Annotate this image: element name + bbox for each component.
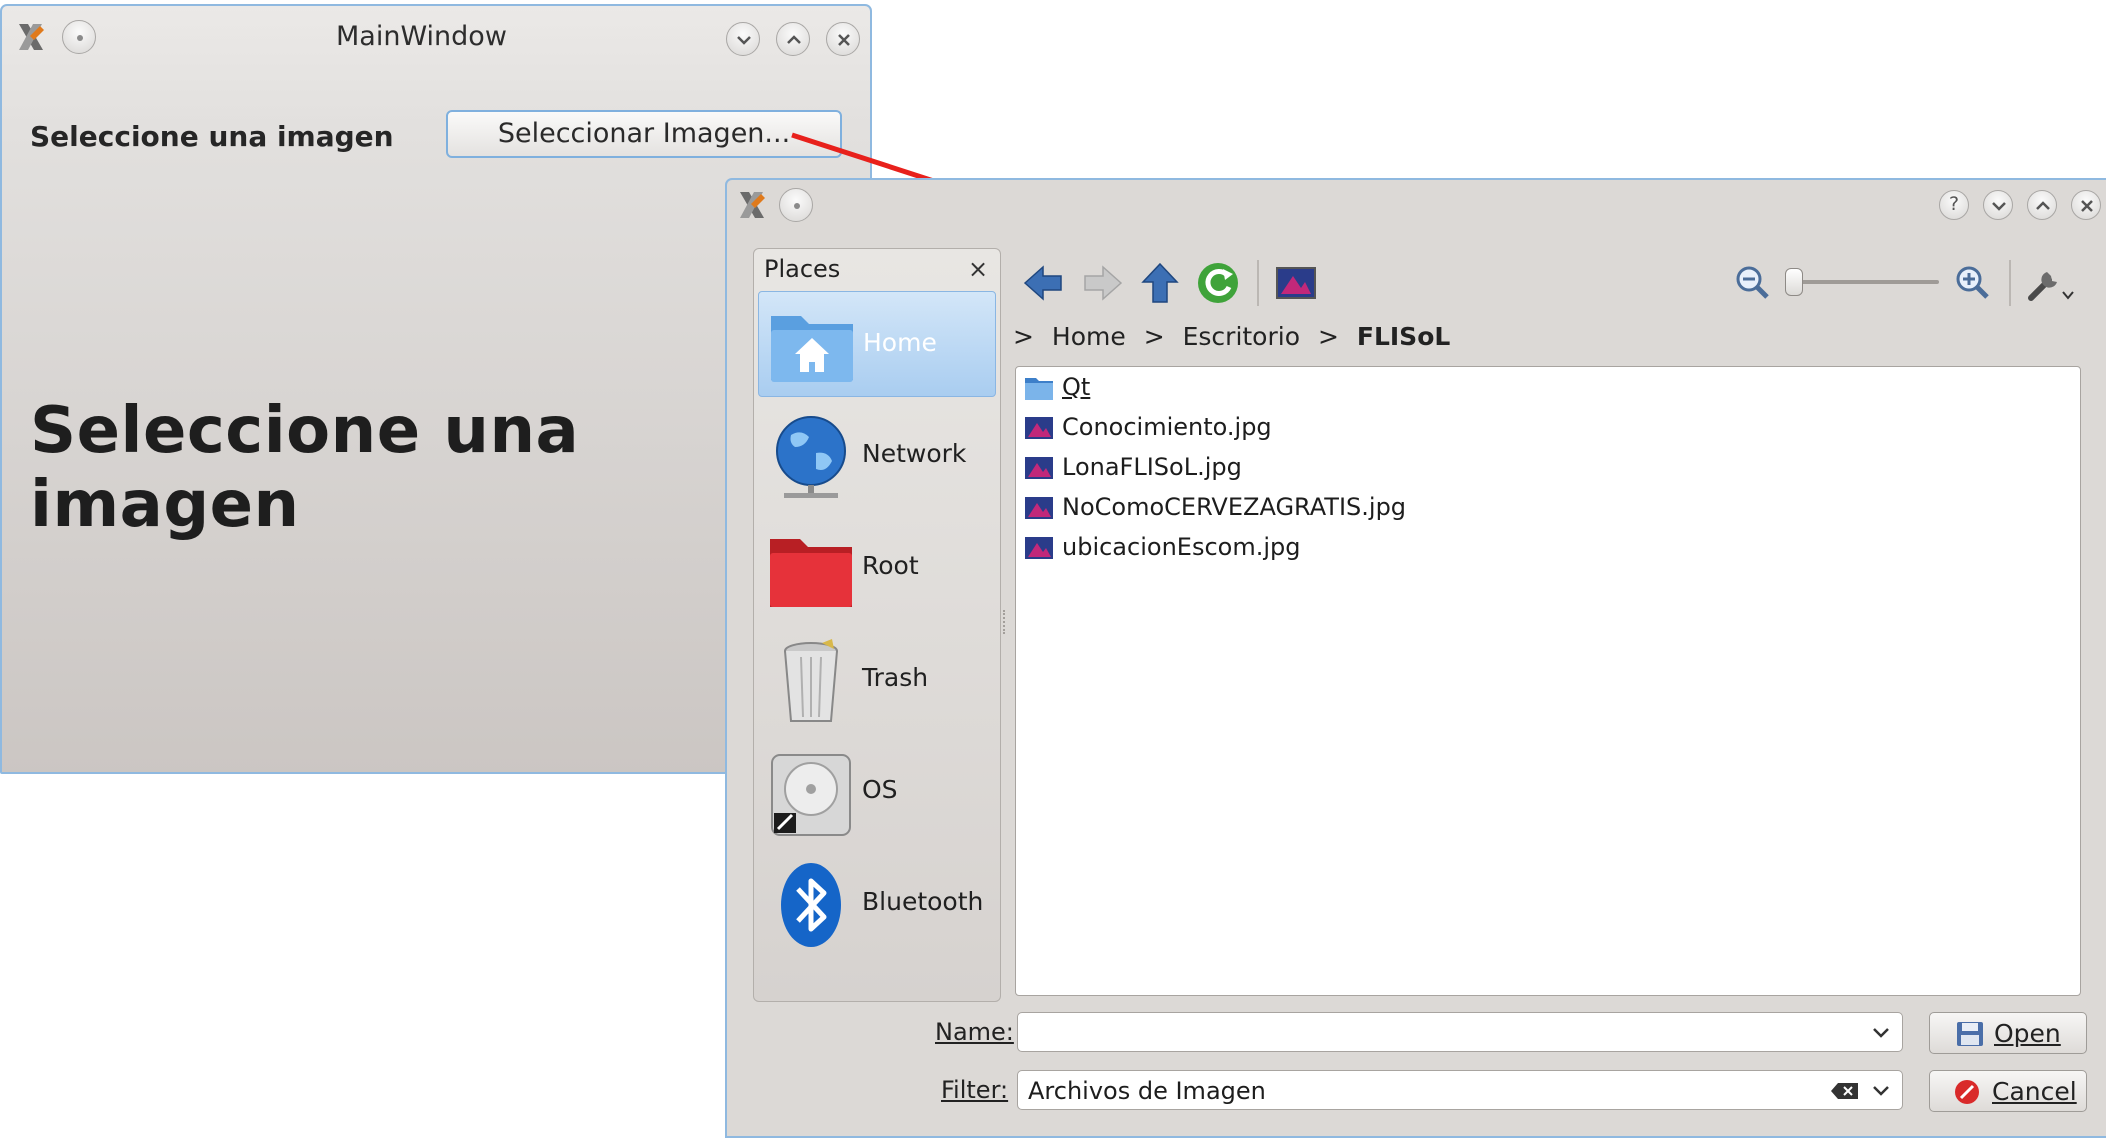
filter-label: Filter:: [941, 1076, 1009, 1104]
places-label-root: Root: [862, 551, 919, 580]
list-item[interactable]: NoComoCERVEZAGRATIS.jpg: [1020, 489, 1520, 527]
dialog-close-button[interactable]: [2071, 190, 2101, 220]
dialog-app-icon[interactable]: [735, 188, 769, 222]
file-name: Qt: [1062, 373, 1091, 401]
places-label-network: Network: [862, 439, 967, 468]
toolbar-separator: [1257, 260, 1259, 306]
forward-button[interactable]: [1077, 258, 1127, 308]
places-item-network[interactable]: Network: [758, 403, 996, 509]
options-menu-icon[interactable]: [2023, 258, 2083, 308]
list-item[interactable]: ubicacionEscom.jpg: [1020, 529, 1520, 567]
cancel-button[interactable]: Cancel: [1929, 1070, 2087, 1112]
image-file-icon: [1025, 457, 1053, 479]
file-name: ubicacionEscom.jpg: [1062, 533, 1301, 561]
places-item-home[interactable]: Home: [758, 291, 996, 397]
zoom-slider-handle[interactable]: [1785, 268, 1803, 296]
name-input[interactable]: [1017, 1012, 1903, 1052]
breadcrumb-item-home[interactable]: Home: [1052, 322, 1126, 351]
places-item-os[interactable]: OS: [758, 739, 996, 845]
places-label-bluetooth: Bluetooth: [862, 887, 984, 916]
home-folder-icon: [767, 302, 857, 390]
back-button[interactable]: [1019, 258, 1069, 308]
places-close-icon[interactable]: ×: [968, 255, 988, 283]
chevron-down-icon[interactable]: [1870, 1081, 1892, 1101]
zoom-slider-track[interactable]: [1789, 280, 1939, 284]
red-folder-icon: [766, 525, 856, 613]
places-label-trash: Trash: [862, 663, 929, 692]
file-name: Conocimiento.jpg: [1062, 413, 1272, 441]
zoom-in-icon[interactable]: [1947, 258, 1997, 308]
parent-folder-button[interactable]: [1135, 258, 1185, 308]
breadcrumb-separator: >: [1317, 322, 1339, 351]
file-name: NoComoCERVEZAGRATIS.jpg: [1062, 493, 1407, 521]
hard-drive-icon: [766, 749, 856, 837]
toolbar-separator-2: [2009, 260, 2011, 306]
file-dialog: ? Places × Home Network Root Trash OS Bl…: [725, 178, 2106, 1138]
list-item[interactable]: LonaFLISoL.jpg: [1020, 449, 1520, 487]
clear-text-icon[interactable]: [1830, 1081, 1860, 1101]
folder-icon: [1025, 378, 1053, 400]
network-globe-icon: [766, 413, 856, 501]
image-file-icon: [1025, 497, 1053, 519]
places-label-home: Home: [863, 328, 937, 357]
image-file-icon: [1025, 417, 1053, 439]
zoom-out-icon[interactable]: [1727, 258, 1777, 308]
list-item[interactable]: Conocimiento.jpg: [1020, 409, 1520, 447]
breadcrumb-separator: >: [1013, 322, 1034, 351]
places-panel: Places × Home Network Root Trash OS Blue…: [753, 248, 1001, 1002]
chevron-down-icon[interactable]: [1870, 1023, 1892, 1043]
file-list[interactable]: Qt Conocimiento.jpg LonaFLISoL.jpg NoCom…: [1015, 366, 2081, 996]
dialog-keep-above-button[interactable]: [779, 188, 813, 222]
bluetooth-icon: [766, 861, 856, 949]
breadcrumb-separator: >: [1143, 322, 1165, 351]
cancel-icon: [1955, 1080, 1979, 1104]
reload-button[interactable]: [1193, 258, 1243, 308]
breadcrumb-item-escritorio[interactable]: Escritorio: [1183, 322, 1300, 351]
name-label: Name:: [935, 1018, 1014, 1046]
places-item-bluetooth[interactable]: Bluetooth: [758, 851, 996, 957]
places-item-trash[interactable]: Trash: [758, 627, 996, 733]
open-button[interactable]: Open: [1929, 1012, 2087, 1054]
dialog-minimize-button[interactable]: [1983, 190, 2013, 220]
cancel-button-label: Cancel: [1992, 1077, 2077, 1106]
places-header: Places: [764, 255, 841, 283]
list-item[interactable]: Qt: [1020, 369, 1520, 407]
help-button[interactable]: ?: [1939, 190, 1969, 220]
trash-icon: [766, 637, 856, 725]
filter-value: Archivos de Imagen: [1028, 1077, 1266, 1105]
file-name: LonaFLISoL.jpg: [1062, 453, 1242, 481]
save-disk-icon: [1957, 1022, 1983, 1046]
breadcrumb-item-flisol[interactable]: FLISoL: [1357, 322, 1450, 351]
preview-image-button[interactable]: [1271, 258, 1321, 308]
open-button-label: Open: [1994, 1019, 2061, 1048]
image-file-icon: [1025, 537, 1053, 559]
splitter-handle[interactable]: [1003, 610, 1009, 634]
places-item-root[interactable]: Root: [758, 515, 996, 621]
dialog-maximize-button[interactable]: [2027, 190, 2057, 220]
breadcrumb: > Home > Escritorio > FLISoL: [1013, 322, 1460, 351]
filter-combobox[interactable]: Archivos de Imagen: [1017, 1070, 1903, 1110]
places-label-os: OS: [862, 775, 898, 804]
